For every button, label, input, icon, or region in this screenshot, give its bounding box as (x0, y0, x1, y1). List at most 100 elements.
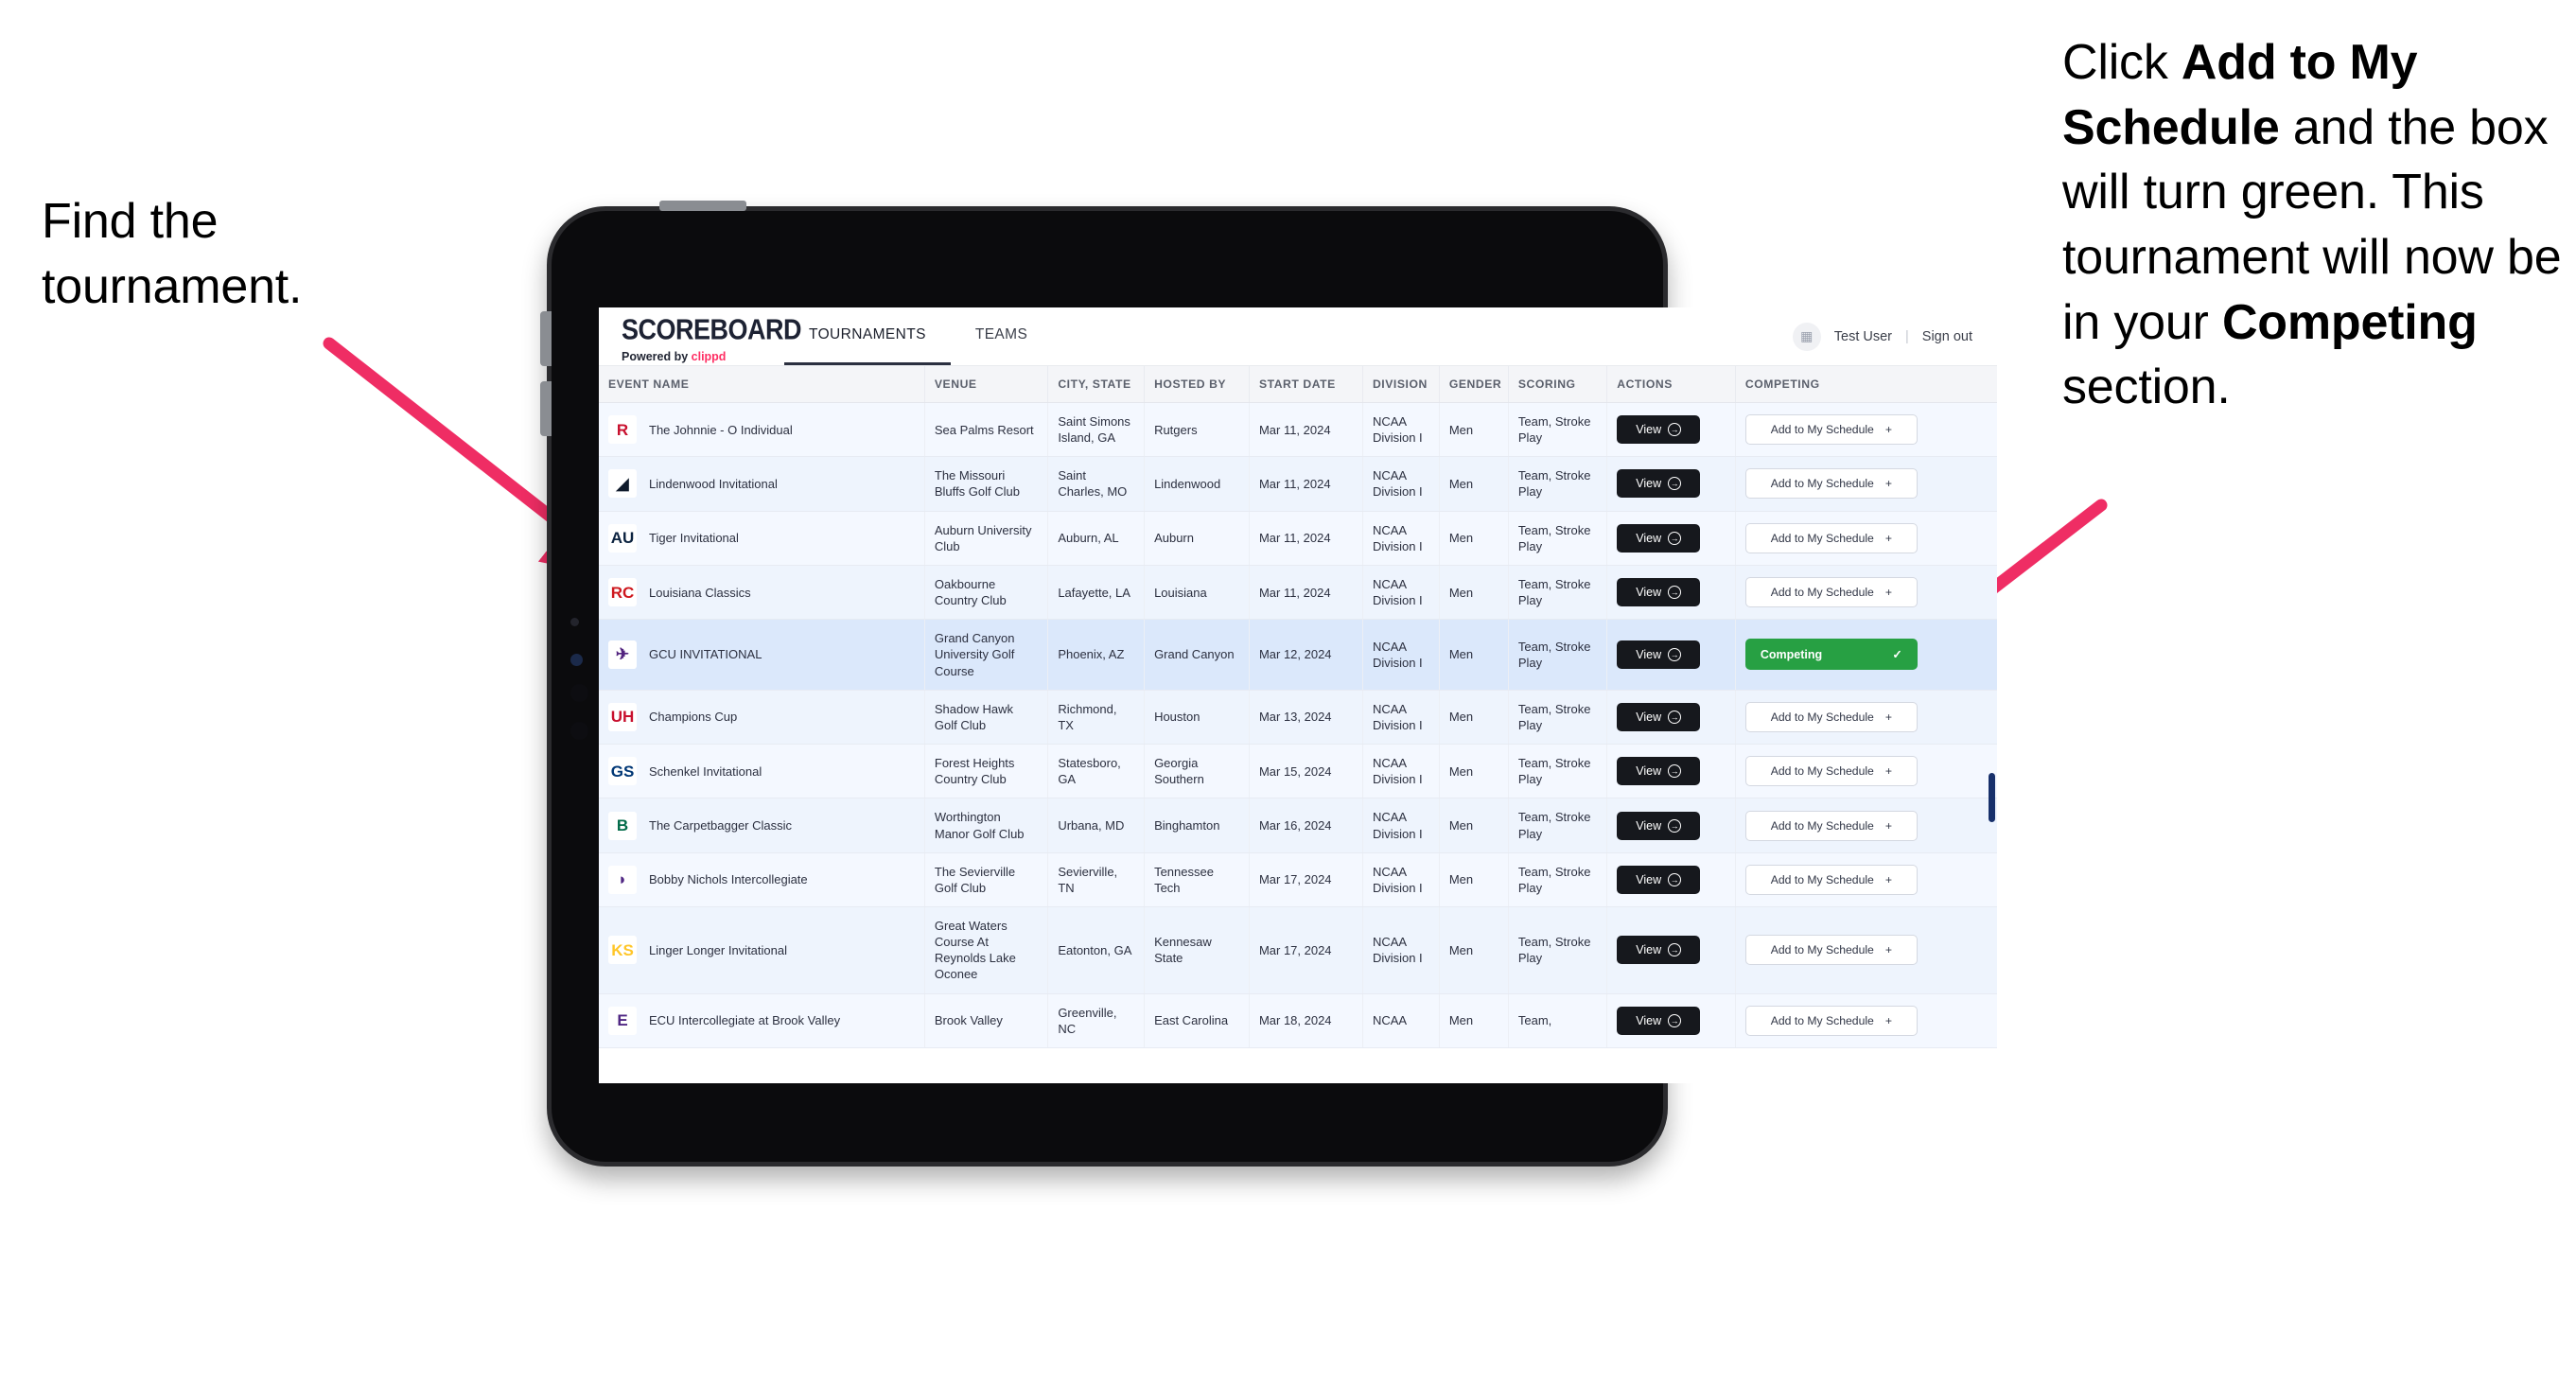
view-button[interactable]: View → (1617, 702, 1701, 731)
column-header-scoring: SCORING (1508, 366, 1608, 403)
cell-gender: Men (1439, 690, 1509, 746)
scrollbar-thumb[interactable] (1989, 773, 1995, 822)
cell-scoring: Team, Stroke Play (1508, 511, 1608, 566)
cell-event-name: ✈ GCU INVITATIONAL (599, 619, 925, 691)
add-to-my-schedule-button[interactable]: Add to My Schedule + (1744, 1005, 1918, 1036)
sign-out-link[interactable]: Sign out (1922, 329, 1972, 344)
table-row[interactable]: B The Carpetbagger Classic Worthington Man… (599, 798, 1997, 853)
view-button[interactable]: View → (1617, 936, 1701, 965)
cell-start-date: Mar 13, 2024 (1249, 690, 1363, 746)
cell-start-date: Mar 17, 2024 (1249, 852, 1363, 907)
table-row[interactable]: R The Johnnie - O Individual Sea Palms Res… (599, 402, 1997, 458)
annotation-right-part-4: section. (2062, 360, 2231, 415)
cell-hosted-by: Houston (1144, 690, 1250, 746)
cell-actions: View → (1606, 456, 1736, 512)
cell-division: NCAA Division I (1362, 744, 1440, 799)
plus-icon: + (1884, 818, 1892, 833)
add-to-my-schedule-button[interactable]: Add to My Schedule + (1744, 810, 1918, 841)
table-row[interactable]: GS Schenkel Invitational Forest Heights Co… (599, 744, 1997, 799)
cell-hosted-by: Auburn (1144, 511, 1250, 566)
cell-scoring: Team, Stroke Play (1508, 402, 1608, 458)
plus-icon: + (1884, 423, 1892, 437)
cell-actions: View → (1606, 993, 1736, 1048)
cell-division: NCAA Division I (1362, 456, 1440, 512)
power-button[interactable] (659, 201, 746, 211)
cell-venue: Sea Palms Resort (924, 402, 1049, 458)
cell-event-name: E ECU Intercollegiate at Brook Valley (599, 993, 925, 1048)
cell-division: NCAA (1362, 993, 1440, 1048)
tablet-screen: SCOREBOARD Powered by clippd TOURNAMENTS… (599, 307, 1997, 1083)
arrow-right-circle-icon: → (1668, 943, 1682, 957)
brand-powered-by: Powered by clippd (622, 350, 784, 363)
table-row[interactable]: RC Louisiana Classics Oakbourne Country Cl… (599, 565, 1997, 621)
add-to-my-schedule-button[interactable]: Add to My Schedule + (1744, 468, 1918, 500)
event-name-label: Champions Cup (649, 710, 738, 725)
table-row[interactable]: E ECU Intercollegiate at Brook Valley Broo… (599, 993, 1997, 1048)
cell-actions: View → (1606, 744, 1736, 799)
add-to-my-schedule-button[interactable]: Add to My Schedule + (1744, 864, 1918, 895)
column-header-gender: GENDER (1439, 366, 1509, 403)
cell-event-name: R The Johnnie - O Individual (599, 402, 925, 458)
view-button[interactable]: View → (1617, 523, 1701, 553)
cell-division: NCAA Division I (1362, 798, 1440, 853)
view-button[interactable]: View → (1617, 640, 1701, 669)
column-header-hosted-by: HOSTED BY (1144, 366, 1250, 403)
plus-icon: + (1884, 764, 1892, 779)
cell-actions: View → (1606, 798, 1736, 853)
table-row[interactable]: ◢ Lindenwood Invitational The Missouri Blu… (599, 456, 1997, 512)
arrow-right-circle-icon: → (1668, 1013, 1682, 1027)
arrow-right-circle-icon: → (1668, 764, 1682, 779)
view-button[interactable]: View → (1617, 811, 1701, 840)
cell-city-state: Greenville, NC (1047, 993, 1146, 1048)
volume-down-button[interactable] (540, 381, 552, 436)
table-row[interactable]: ◗ Bobby Nichols Intercollegiate The Sevier… (599, 852, 1997, 907)
add-to-my-schedule-button[interactable]: Add to My Schedule + (1744, 414, 1918, 446)
volume-up-button[interactable] (540, 311, 552, 366)
plus-icon: + (1884, 872, 1892, 886)
add-to-my-schedule-label: Add to My Schedule (1770, 1013, 1874, 1027)
cell-city-state: Urbana, MD (1047, 798, 1146, 853)
add-to-my-schedule-button[interactable]: Add to My Schedule + (1744, 935, 1918, 966)
team-logo-icon: RC (608, 578, 637, 607)
add-to-my-schedule-label: Add to My Schedule (1770, 943, 1874, 957)
table-row[interactable]: ✈ GCU INVITATIONAL Grand Canyon University… (599, 619, 1997, 691)
view-button[interactable]: View → (1617, 865, 1701, 894)
plus-icon: + (1884, 1013, 1892, 1027)
cell-competing: Add to My Schedule + (1735, 993, 1997, 1048)
add-to-my-schedule-button[interactable]: Add to My Schedule + (1744, 577, 1918, 608)
cell-division: NCAA Division I (1362, 690, 1440, 746)
cell-gender: Men (1439, 852, 1509, 907)
cell-event-name: UH Champions Cup (599, 690, 925, 746)
table-row[interactable]: UH Champions Cup Shadow Hawk Golf Club Rich… (599, 690, 1997, 746)
annotation-left-line1: Find the (42, 194, 219, 249)
view-button[interactable]: View → (1617, 1006, 1701, 1035)
plus-icon: + (1884, 586, 1892, 600)
cell-scoring: Team, Stroke Play (1508, 906, 1608, 994)
tab-tournaments[interactable]: TOURNAMENTS (784, 307, 951, 365)
vertical-scrollbar[interactable] (1989, 366, 1995, 1083)
view-button[interactable]: View → (1617, 757, 1701, 786)
cell-competing: Add to My Schedule + (1735, 690, 1997, 746)
competing-button[interactable]: Competing ✓ (1744, 639, 1918, 671)
table-row[interactable]: AU Tiger Invitational Auburn University Cl… (599, 511, 1997, 566)
add-to-my-schedule-button[interactable]: Add to My Schedule + (1744, 701, 1918, 732)
cell-scoring: Team, Stroke Play (1508, 690, 1608, 746)
port-icon (570, 684, 588, 702)
arrow-right-circle-icon: → (1668, 710, 1682, 724)
add-to-my-schedule-button[interactable]: Add to My Schedule + (1744, 522, 1918, 553)
cell-actions: View → (1606, 619, 1736, 691)
cell-gender: Men (1439, 744, 1509, 799)
user-name[interactable]: Test User (1834, 329, 1892, 344)
cell-venue: Grand Canyon University Golf Course (924, 619, 1049, 691)
user-avatar-icon[interactable]: ▦ (1792, 322, 1821, 351)
view-button[interactable]: View → (1617, 415, 1701, 445)
view-button[interactable]: View → (1617, 578, 1701, 607)
tab-teams[interactable]: TEAMS (951, 307, 1052, 365)
arrow-right-circle-icon: → (1668, 872, 1682, 886)
cell-division: NCAA Division I (1362, 906, 1440, 994)
table-row[interactable]: KS Linger Longer Invitational Great Waters… (599, 906, 1997, 994)
cell-division: NCAA Division I (1362, 619, 1440, 691)
cell-city-state: Richmond, TX (1047, 690, 1146, 746)
add-to-my-schedule-button[interactable]: Add to My Schedule + (1744, 756, 1918, 787)
view-button[interactable]: View → (1617, 469, 1701, 499)
